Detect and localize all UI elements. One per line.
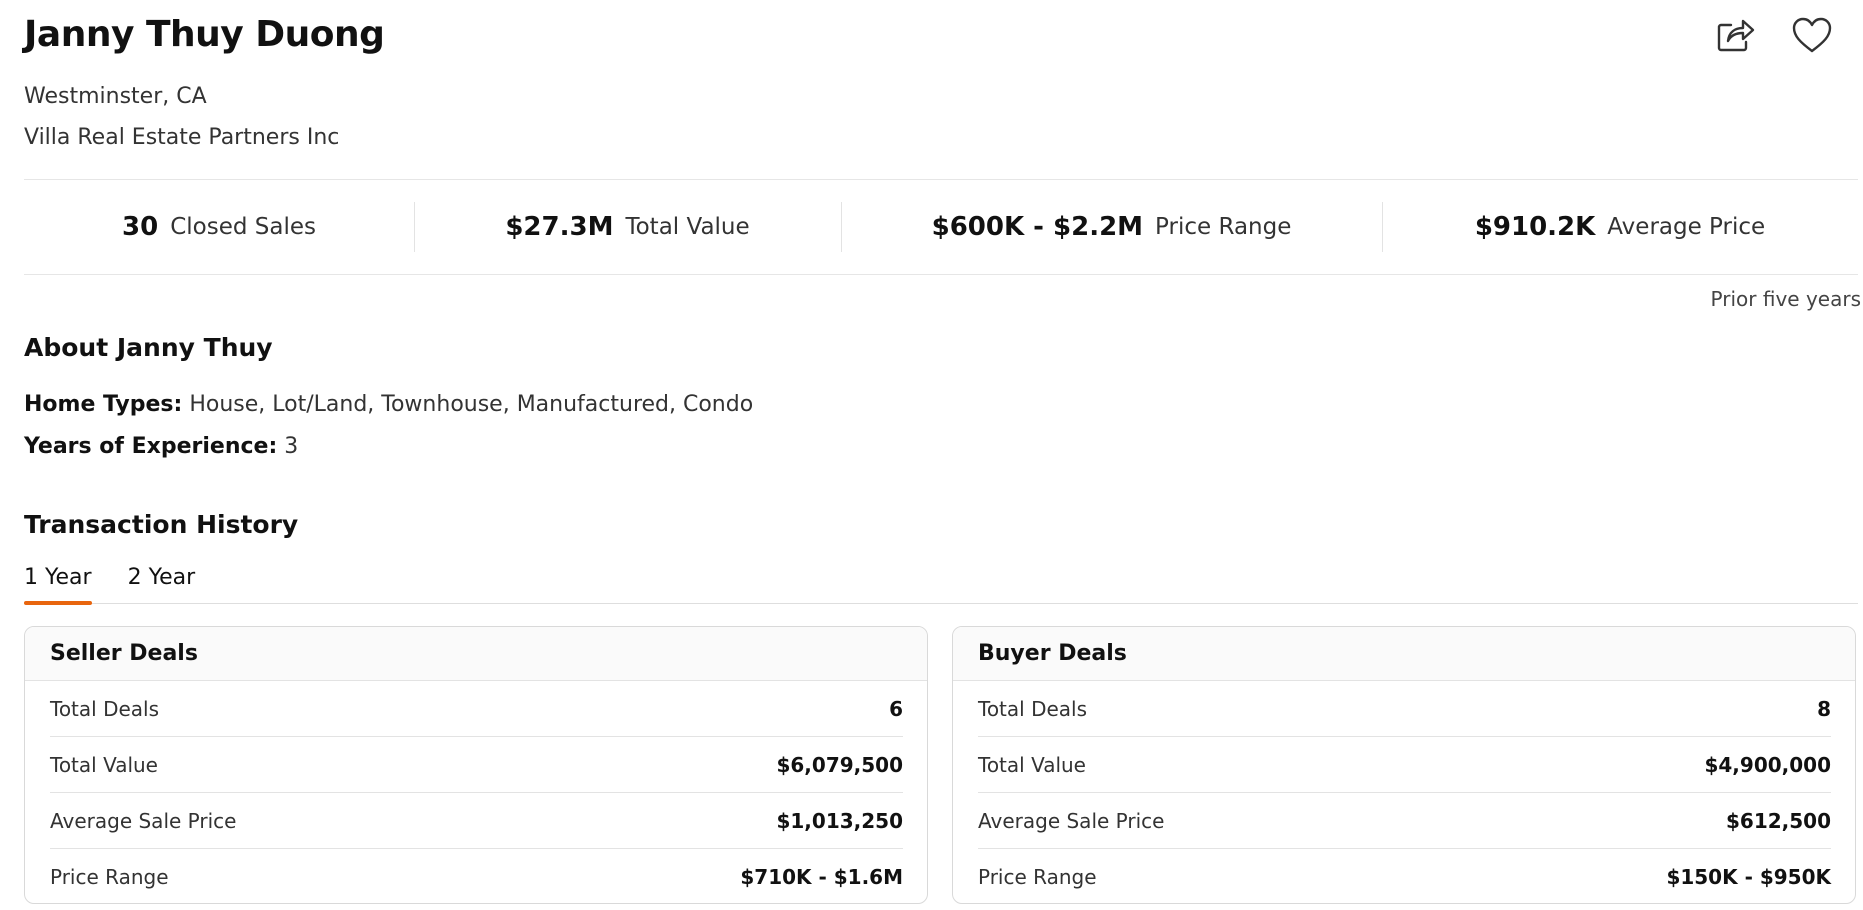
row-label: Total Value <box>978 752 1086 777</box>
row-value: $1,013,250 <box>776 808 903 833</box>
seller-deals-title: Seller Deals <box>25 627 927 681</box>
stat-price-range: $600K - $2.2M Price Range <box>841 180 1382 274</box>
row-label: Total Value <box>50 752 158 777</box>
agent-header: Janny Thuy Duong Westminster, CA Villa R… <box>24 10 1860 150</box>
row-value: $710K - $1.6M <box>740 865 903 889</box>
agent-brokerage: Villa Real Estate Partners Inc <box>24 125 340 150</box>
about-section-title: About Janny Thuy <box>24 333 273 362</box>
home-types: Home Types: House, Lot/Land, Townhouse, … <box>24 392 753 417</box>
table-row: Average Sale Price $612,500 <box>978 793 1831 849</box>
table-row: Total Value $6,079,500 <box>50 737 903 793</box>
stat-value: 30 <box>122 212 159 242</box>
row-value: $6,079,500 <box>776 752 903 777</box>
row-label: Price Range <box>978 865 1097 889</box>
row-value: 8 <box>1817 696 1831 721</box>
stat-label: Total Value <box>625 214 750 240</box>
transaction-tabs: 1 Year 2 Year <box>24 565 1858 605</box>
table-row: Total Value $4,900,000 <box>978 737 1831 793</box>
transaction-history-title: Transaction History <box>24 510 299 539</box>
header-actions <box>1715 14 1833 56</box>
stat-label: Price Range <box>1155 214 1292 240</box>
agent-name: Janny Thuy Duong <box>24 14 385 55</box>
favorite-button[interactable] <box>1791 14 1833 56</box>
home-types-value: House, Lot/Land, Townhouse, Manufactured… <box>189 392 754 417</box>
row-value: 6 <box>889 696 903 721</box>
stats-period-note: Prior five years <box>1710 287 1861 311</box>
row-label: Total Deals <box>978 696 1088 721</box>
heart-icon <box>1792 17 1832 53</box>
tab-2-year[interactable]: 2 Year <box>128 565 196 603</box>
experience-value: 3 <box>284 434 299 459</box>
stat-value: $600K - $2.2M <box>931 212 1144 242</box>
row-value: $150K - $950K <box>1666 865 1831 889</box>
stat-closed-sales: 30 Closed Sales <box>24 180 414 274</box>
row-label: Average Sale Price <box>978 808 1165 833</box>
table-row: Total Deals 8 <box>978 681 1831 737</box>
row-value: $4,900,000 <box>1704 752 1831 777</box>
row-value: $612,500 <box>1725 808 1831 833</box>
seller-deals-card: Seller Deals Total Deals 6 Total Value $… <box>24 626 928 904</box>
table-row: Price Range $150K - $950K <box>978 849 1831 903</box>
tab-1-year[interactable]: 1 Year <box>24 565 92 605</box>
stats-bar: 30 Closed Sales $27.3M Total Value $600K… <box>24 179 1858 275</box>
stat-average-price: $910.2K Average Price <box>1382 180 1858 274</box>
table-row: Price Range $710K - $1.6M <box>50 849 903 903</box>
buyer-deals-title: Buyer Deals <box>953 627 1855 681</box>
agent-location: Westminster, CA <box>24 84 207 109</box>
experience-label: Years of Experience: <box>24 434 278 459</box>
table-row: Average Sale Price $1,013,250 <box>50 793 903 849</box>
stat-value: $27.3M <box>505 212 614 242</box>
stat-total-value: $27.3M Total Value <box>414 180 841 274</box>
stat-label: Average Price <box>1607 214 1766 240</box>
table-row: Total Deals 6 <box>50 681 903 737</box>
buyer-deals-card: Buyer Deals Total Deals 8 Total Value $4… <box>952 626 1856 904</box>
share-icon <box>1717 19 1755 52</box>
years-of-experience: Years of Experience: 3 <box>24 434 298 459</box>
row-label: Price Range <box>50 865 169 889</box>
home-types-label: Home Types: <box>24 392 183 417</box>
share-button[interactable] <box>1715 14 1757 56</box>
stat-label: Closed Sales <box>170 214 316 240</box>
row-label: Total Deals <box>50 696 160 721</box>
stat-value: $910.2K <box>1474 212 1596 242</box>
row-label: Average Sale Price <box>50 808 237 833</box>
